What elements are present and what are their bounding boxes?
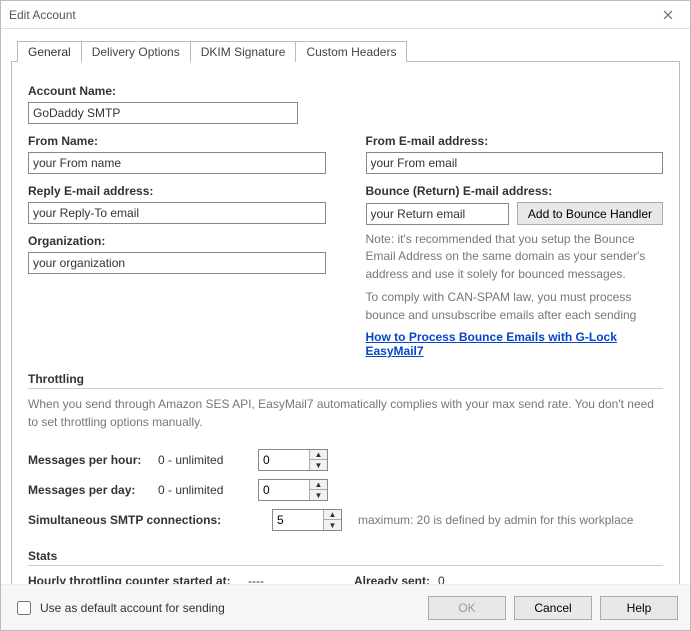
close-icon [663, 10, 673, 20]
window-title: Edit Account [9, 8, 76, 22]
dialog-footer: Use as default account for sending OK Ca… [1, 584, 690, 630]
cancel-button[interactable]: Cancel [514, 596, 592, 620]
messages-per-day-input[interactable] [259, 480, 309, 500]
spin-up-icon[interactable]: ▲ [324, 510, 341, 521]
add-bounce-handler-button[interactable]: Add to Bounce Handler [517, 202, 663, 225]
messages-per-hour-input[interactable] [259, 450, 309, 470]
default-account-text: Use as default account for sending [40, 601, 225, 615]
reply-email-input[interactable] [28, 202, 326, 224]
help-button[interactable]: Help [600, 596, 678, 620]
organization-label: Organization: [28, 234, 326, 248]
smtp-connections-label: Simultaneous SMTP connections: [28, 513, 272, 527]
account-name-label: Account Name: [28, 84, 663, 98]
default-account-checkbox[interactable] [17, 601, 31, 615]
organization-input[interactable] [28, 252, 326, 274]
smtp-connections-input[interactable] [273, 510, 323, 530]
tab-dkim-signature[interactable]: DKIM Signature [191, 41, 297, 62]
bounce-help-link[interactable]: How to Process Bounce Emails with G-Lock… [366, 330, 664, 358]
from-email-label: From E-mail address: [366, 134, 664, 148]
tab-general[interactable]: General [17, 41, 82, 62]
stats-title: Stats [28, 549, 663, 563]
bounce-note-1: Note: it's recommended that you setup th… [366, 231, 664, 283]
from-name-label: From Name: [28, 134, 326, 148]
messages-per-day-hint: 0 - unlimited [158, 483, 258, 497]
messages-per-hour-label: Messages per hour: [28, 453, 158, 467]
bounce-email-input[interactable] [366, 203, 509, 225]
messages-per-hour-hint: 0 - unlimited [158, 453, 258, 467]
title-bar: Edit Account [1, 1, 690, 29]
spin-up-icon[interactable]: ▲ [310, 450, 327, 461]
default-account-checkbox-label[interactable]: Use as default account for sending [13, 598, 225, 618]
throttling-title: Throttling [28, 372, 663, 386]
from-name-input[interactable] [28, 152, 326, 174]
account-name-input[interactable] [28, 102, 298, 124]
reply-email-label: Reply E-mail address: [28, 184, 326, 198]
smtp-connections-max-note: maximum: 20 is defined by admin for this… [358, 513, 633, 527]
smtp-connections-spinner[interactable]: ▲▼ [272, 509, 342, 531]
tab-delivery-options[interactable]: Delivery Options [82, 41, 191, 62]
tab-panel-general: Account Name: From Name: Reply E-mail ad… [11, 61, 680, 586]
messages-per-hour-spinner[interactable]: ▲▼ [258, 449, 328, 471]
messages-per-day-spinner[interactable]: ▲▼ [258, 479, 328, 501]
spin-down-icon[interactable]: ▼ [310, 460, 327, 470]
close-button[interactable] [650, 4, 686, 26]
spin-down-icon[interactable]: ▼ [310, 490, 327, 500]
bounce-note-2: To comply with CAN-SPAM law, you must pr… [366, 289, 664, 324]
dialog-content: General Delivery Options DKIM Signature … [1, 29, 690, 586]
tab-strip: General Delivery Options DKIM Signature … [17, 39, 680, 61]
spin-down-icon[interactable]: ▼ [324, 520, 341, 530]
ok-button[interactable]: OK [428, 596, 506, 620]
spin-up-icon[interactable]: ▲ [310, 480, 327, 491]
messages-per-day-label: Messages per day: [28, 483, 158, 497]
divider [28, 388, 663, 389]
tab-custom-headers[interactable]: Custom Headers [296, 41, 407, 62]
bounce-email-label: Bounce (Return) E-mail address: [366, 184, 664, 198]
from-email-input[interactable] [366, 152, 664, 174]
divider [28, 565, 663, 566]
throttling-description: When you send through Amazon SES API, Ea… [28, 395, 663, 431]
